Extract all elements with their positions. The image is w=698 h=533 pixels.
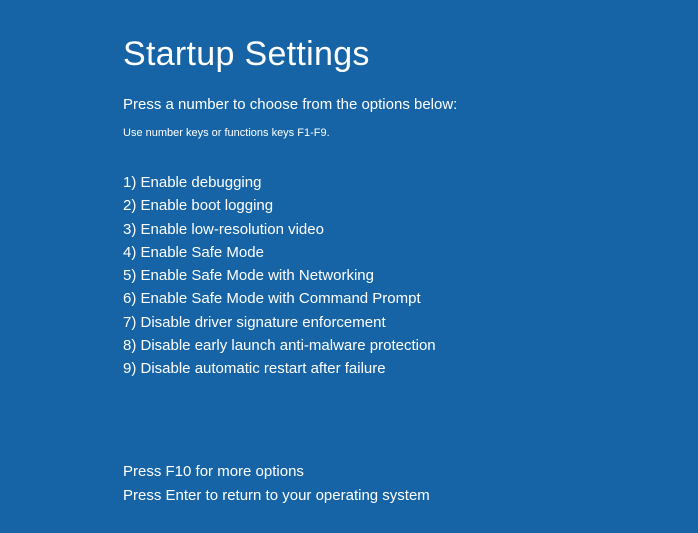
return-hint: Press Enter to return to your operating …: [123, 484, 698, 507]
option-enable-boot-logging[interactable]: 2) Enable boot logging: [123, 194, 698, 217]
option-enable-safe-mode-networking[interactable]: 5) Enable Safe Mode with Networking: [123, 264, 698, 287]
option-disable-driver-sig[interactable]: 7) Disable driver signature enforcement: [123, 311, 698, 334]
option-disable-auto-restart[interactable]: 9) Disable automatic restart after failu…: [123, 357, 698, 380]
key-hint-text: Use number keys or functions keys F1-F9.: [123, 127, 698, 139]
option-enable-safe-mode[interactable]: 4) Enable Safe Mode: [123, 241, 698, 264]
option-enable-debugging[interactable]: 1) Enable debugging: [123, 171, 698, 194]
boot-options-list: 1) Enable debugging 2) Enable boot loggi…: [123, 171, 698, 380]
page-title: Startup Settings: [123, 35, 698, 74]
option-enable-low-res-video[interactable]: 3) Enable low-resolution video: [123, 218, 698, 241]
option-enable-safe-mode-cmd[interactable]: 6) Enable Safe Mode with Command Prompt: [123, 287, 698, 310]
option-disable-anti-malware[interactable]: 8) Disable early launch anti-malware pro…: [123, 334, 698, 357]
instruction-text: Press a number to choose from the option…: [123, 96, 698, 113]
more-options-hint: Press F10 for more options: [123, 460, 698, 483]
